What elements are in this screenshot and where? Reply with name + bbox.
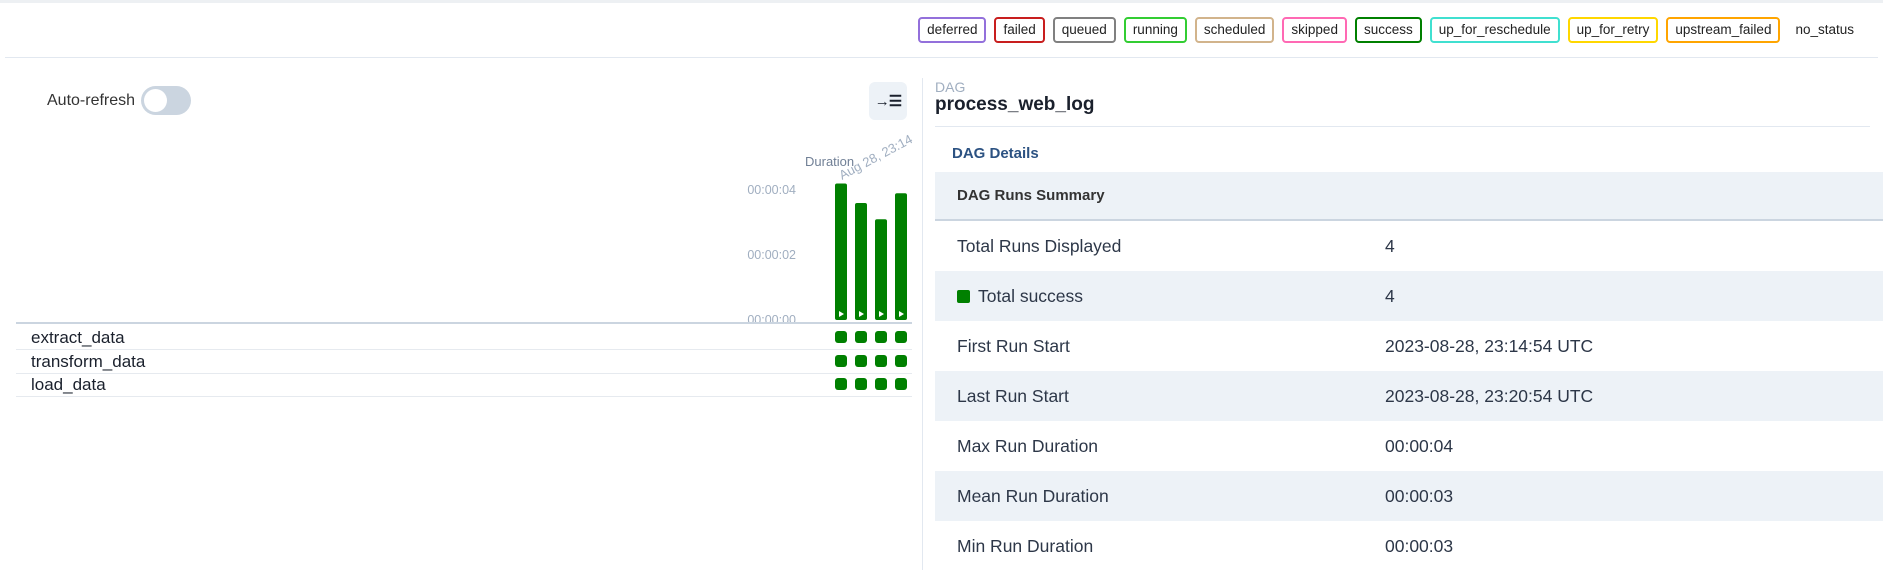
- legend-badge-skipped[interactable]: skipped: [1282, 17, 1347, 43]
- legend-badge-upstream-failed[interactable]: upstream_failed: [1666, 17, 1781, 43]
- summary-value: 00:00:03: [1385, 536, 1454, 556]
- summary-row: Min Run Duration 00:00:03: [935, 521, 1883, 571]
- task-row[interactable]: transform_data: [16, 350, 912, 374]
- task-name[interactable]: load_data: [31, 375, 106, 395]
- dag-label: DAG: [935, 79, 966, 95]
- summary-key: Max Run Duration: [957, 436, 1098, 457]
- top-border: [0, 0, 1883, 3]
- summary-key-text: Total success: [978, 286, 1084, 306]
- arrow-to-list-icon: →☰: [874, 93, 902, 110]
- run-duration-bar[interactable]: [855, 203, 867, 320]
- panel-divider: [922, 78, 923, 570]
- legend-badge-up-for-reschedule[interactable]: up_for_reschedule: [1429, 17, 1560, 43]
- legend-badge-no-status[interactable]: no_status: [1788, 19, 1861, 41]
- summary-key-text: First Run Start: [957, 336, 1070, 356]
- auto-refresh-label: Auto-refresh: [47, 92, 136, 109]
- summary-key: Last Run Start: [957, 386, 1069, 407]
- legend-badge-failed[interactable]: failed: [994, 17, 1045, 43]
- duration-tick-label: 00:00:04: [747, 183, 796, 197]
- dag-id[interactable]: process_web_log: [935, 94, 1094, 116]
- summary-key-text: Total Runs Displayed: [957, 236, 1122, 256]
- summary-key: Total Runs Displayed: [957, 236, 1121, 257]
- task-instance-cell[interactable]: [835, 331, 847, 343]
- legend-badge-running[interactable]: running: [1123, 17, 1187, 43]
- dag-runs-summary-table: DAG Runs Summary Total Runs Displayed 4 To…: [935, 172, 1883, 571]
- task-instance-cell[interactable]: [855, 354, 867, 367]
- task-instance-cell[interactable]: [855, 331, 867, 343]
- summary-row: Total Runs Displayed 4: [935, 221, 1883, 271]
- summary-key-text: Mean Run Duration: [957, 486, 1109, 506]
- details-divider: [935, 126, 1870, 127]
- summary-key-text: Last Run Start: [957, 386, 1069, 406]
- task-name[interactable]: transform_data: [31, 352, 145, 372]
- task-instance-cell[interactable]: [875, 354, 887, 367]
- task-instance-cell[interactable]: [895, 331, 907, 343]
- summary-row: First Run Start 2023-08-28, 23:14:54 UTC: [935, 321, 1883, 371]
- task-row[interactable]: extract_data: [16, 326, 912, 350]
- success-swatch-icon: [957, 290, 970, 303]
- task-instance-cell[interactable]: [835, 378, 847, 390]
- task-name[interactable]: extract_data: [31, 328, 125, 348]
- summary-key-text: Min Run Duration: [957, 536, 1094, 556]
- summary-row: Last Run Start 2023-08-28, 23:20:54 UTC: [935, 371, 1883, 421]
- summary-key-text: Max Run Duration: [957, 436, 1099, 456]
- legend-badge-up-for-retry[interactable]: up_for_retry: [1567, 17, 1659, 43]
- run-duration-bar[interactable]: [835, 183, 847, 321]
- task-instance-cell[interactable]: [895, 378, 907, 390]
- summary-value: 00:00:03: [1385, 486, 1454, 506]
- legend-badge-queued[interactable]: queued: [1052, 17, 1116, 43]
- task-row[interactable]: load_data: [16, 373, 912, 397]
- auto-refresh-toggle[interactable]: [141, 86, 191, 115]
- legend-badge-scheduled[interactable]: scheduled: [1194, 17, 1275, 43]
- duration-tick-label: 00:00:02: [747, 248, 796, 262]
- legend-badge-deferred[interactable]: deferred: [918, 17, 987, 43]
- summary-key: Total success: [957, 286, 1083, 307]
- run-duration-bar[interactable]: [895, 193, 907, 320]
- summary-row: Mean Run Duration 00:00:03: [935, 471, 1883, 521]
- task-instance-cell[interactable]: [875, 378, 887, 390]
- run-duration-bar[interactable]: [875, 219, 887, 320]
- duration-tick-label: 00:00:00: [747, 313, 796, 327]
- summary-key: Min Run Duration: [957, 536, 1093, 557]
- summary-value: 2023-08-28, 23:14:54 UTC: [1385, 336, 1594, 356]
- task-instance-cell[interactable]: [835, 354, 847, 367]
- legend-badge-success[interactable]: success: [1354, 17, 1422, 43]
- task-instance-cell[interactable]: [855, 378, 867, 390]
- header-divider: [5, 57, 1878, 58]
- summary-value: 4: [1385, 286, 1395, 306]
- run-duration-chart: Duration00:00:0400:00:0200:00:00Aug 28, …: [16, 131, 915, 327]
- summary-row: Total success 4: [935, 271, 1883, 321]
- summary-value: 4: [1385, 236, 1395, 256]
- summary-row: Max Run Duration 00:00:04: [935, 421, 1883, 471]
- task-instance-cell[interactable]: [895, 354, 907, 367]
- toggle-knob: [144, 89, 167, 112]
- summary-key: Mean Run Duration: [957, 486, 1109, 507]
- summary-title: DAG Runs Summary: [935, 172, 1883, 221]
- summary-value: 2023-08-28, 23:20:54 UTC: [1385, 386, 1594, 406]
- summary-value: 00:00:04: [1385, 436, 1454, 456]
- summary-key: First Run Start: [957, 336, 1070, 357]
- dag-details-tab[interactable]: DAG Details: [952, 145, 1039, 162]
- state-legend: deferred failed queued running scheduled skip…: [918, 17, 1861, 43]
- task-instance-cell[interactable]: [875, 331, 887, 343]
- collapse-details-button[interactable]: →☰: [869, 82, 907, 120]
